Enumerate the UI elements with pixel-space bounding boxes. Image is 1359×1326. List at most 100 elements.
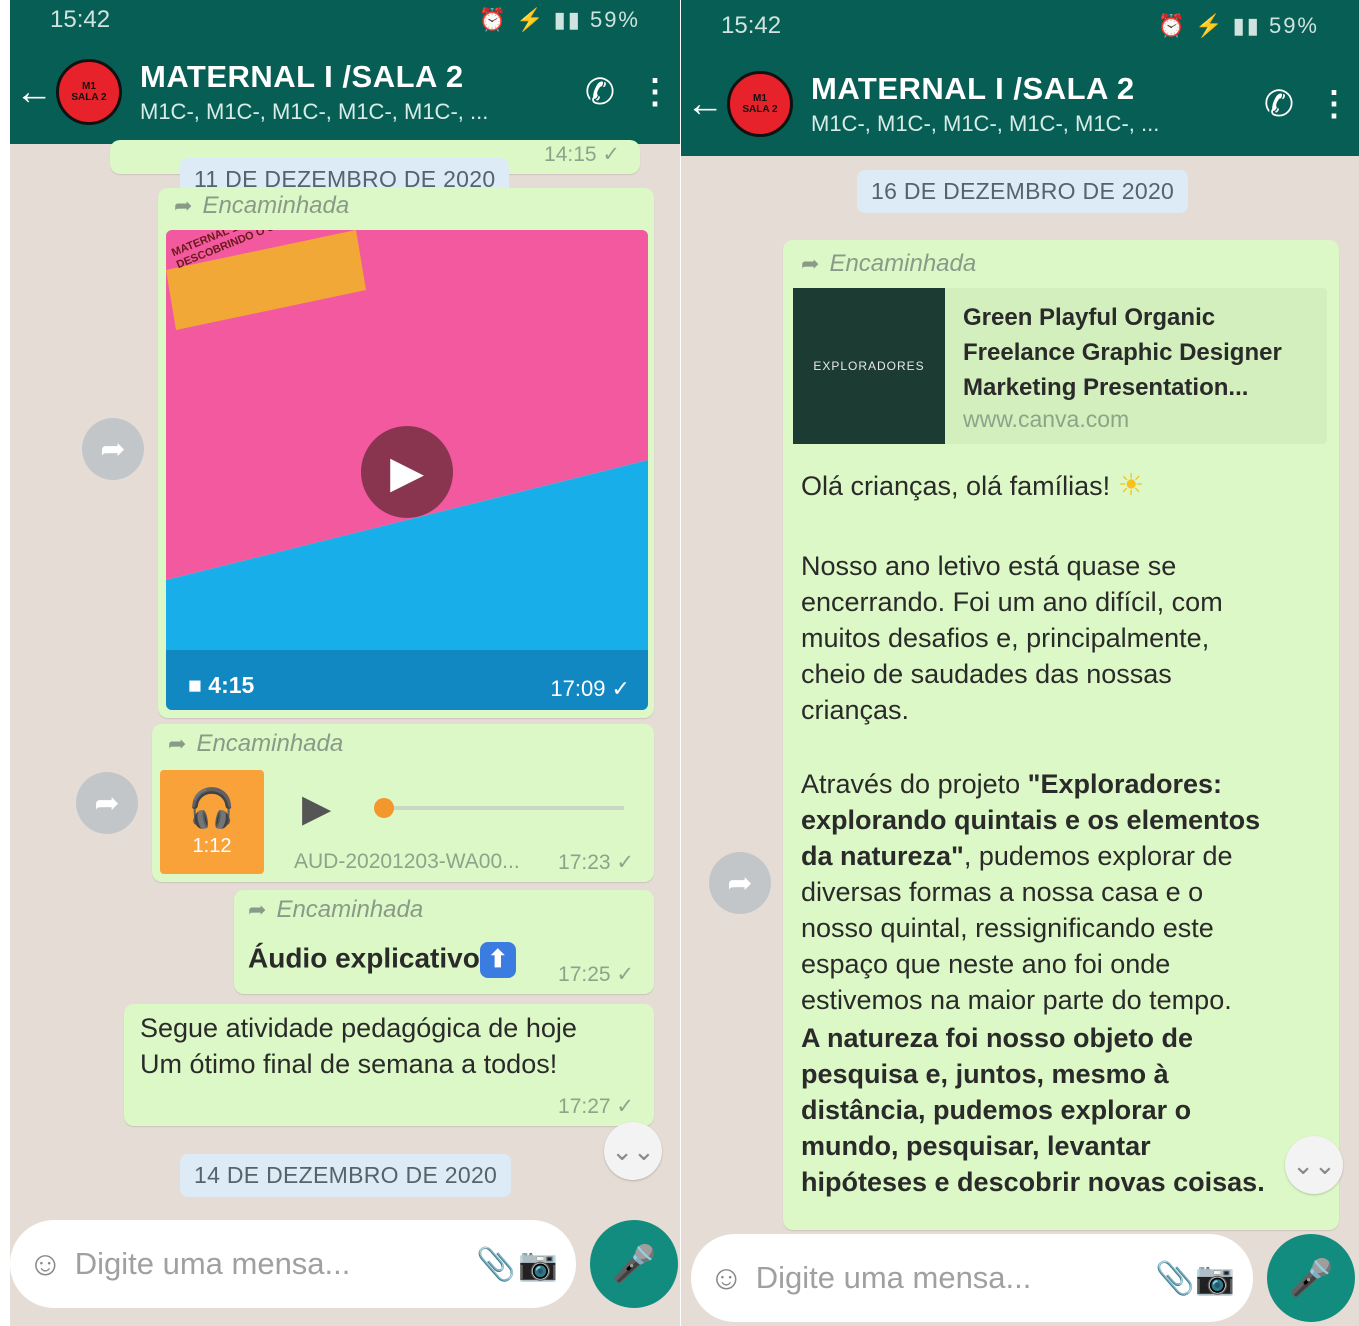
link-title-line3: Marketing Presentation...	[963, 374, 1249, 401]
message-input[interactable]	[755, 1260, 1155, 1296]
link-title-line2: Freelance Graphic Designer	[963, 339, 1282, 366]
forward-icon: ➦	[801, 251, 820, 276]
message-greeting: Olá crianças, olá famílias! ☀	[801, 468, 1145, 504]
message-paragraph-3: A natureza foi nosso objeto de pesquisa …	[801, 1020, 1265, 1200]
forwarded-text: Encaminhada	[202, 192, 350, 219]
status-time: 15:42	[721, 12, 782, 39]
share-icon[interactable]: ➦	[82, 418, 144, 480]
audio-progress-track[interactable]	[384, 806, 624, 810]
chat-info[interactable]: MATERNAL I /SALA 2 M1C-, M1C-, M1C-, M1C…	[811, 71, 1249, 137]
forward-icon: ➦	[174, 193, 193, 218]
share-icon[interactable]: ➦	[76, 772, 138, 834]
p1-line: muitos desafios e, principalmente,	[801, 623, 1210, 653]
add-call-icon[interactable]: ✆	[1249, 83, 1309, 125]
forwarded-text: Encaminhada	[196, 730, 344, 757]
chat-title: MATERNAL I /SALA 2	[811, 71, 1135, 106]
group-avatar[interactable]: M1 SALA 2	[56, 59, 122, 125]
emoji-icon[interactable]: ☺	[709, 1259, 744, 1298]
p2-bold-text: da natureza"	[801, 841, 964, 871]
status-bar: 15:42 ⏰ ⚡ ▮▮ 59%	[681, 0, 1359, 52]
more-options-icon[interactable]: ⋮	[1309, 84, 1359, 124]
emoji-icon[interactable]: ☺	[28, 1245, 63, 1284]
p3-line: distância, pudemos explorar o	[801, 1095, 1192, 1125]
forwarded-text: Encaminhada	[276, 896, 424, 923]
forwarded-label: ➦ Encaminhada	[801, 250, 976, 278]
play-video-button[interactable]: ▶	[361, 426, 453, 518]
long-message-bubble: ➦ Encaminhada EXPLORADORES Green Playful…	[783, 240, 1339, 1230]
forwarded-text: Encaminhada	[829, 250, 977, 277]
link-thumbnail: EXPLORADORES	[793, 288, 945, 444]
chat-members: M1C-, M1C-, M1C-, M1C-, M1C-, ...	[811, 111, 1160, 136]
avatar-text-line1: M1	[753, 93, 767, 104]
p1-line: encerrando. Foi um ano difícil, com	[801, 587, 1223, 617]
camera-icon[interactable]: 📷	[1195, 1259, 1235, 1297]
p3-line: mundo, pesquisar, levantar	[801, 1131, 1151, 1161]
avatar-text-line1: M1	[82, 81, 96, 92]
play-audio-icon[interactable]: ▶	[302, 786, 331, 831]
p3-line: pesquisa e, juntos, mesmo à	[801, 1059, 1169, 1089]
p2-line: explorando quintais e os elementos	[801, 805, 1261, 835]
message-time: 17:25 ✓	[558, 963, 634, 986]
video-time: 17:09 ✓	[550, 676, 630, 701]
forward-icon: ➦	[168, 731, 187, 756]
p2-line: espaço que neste ano foi onde	[801, 949, 1171, 979]
text-message-bubble: ➦ Encaminhada Áudio explicativo ⬆ 17:25 ✓	[234, 890, 654, 994]
date-separator: 16 DE DEZEMBRO DE 2020	[857, 170, 1189, 213]
forward-icon: ➦	[248, 897, 267, 922]
p2-line: da natureza", pudemos explorar de	[801, 838, 1260, 874]
status-indicators: ⏰ ⚡ ▮▮ 59%	[478, 7, 640, 32]
link-preview[interactable]: EXPLORADORES Green Playful Organic Freel…	[793, 288, 1327, 444]
group-avatar[interactable]: M1 SALA 2	[727, 71, 793, 137]
chat-title: MATERNAL I /SALA 2	[140, 59, 464, 94]
audio-thumbnail: 🎧 1:12	[160, 770, 264, 874]
p3-line: A natureza foi nosso objeto de	[801, 1023, 1194, 1053]
message-input-bar: ☺ 📎 📷	[691, 1234, 1253, 1322]
message-time: 17:23 ✓	[558, 851, 634, 874]
message-input-bar: ☺ 📎 📷	[10, 1220, 576, 1308]
mic-icon[interactable]: 🎤	[590, 1220, 678, 1308]
audio-message-bubble: ➦ Encaminhada 🎧 1:12 ▶ AUD-20201203-WA00…	[152, 724, 654, 882]
scroll-down-icon[interactable]: ⌄⌄	[604, 1122, 662, 1180]
p2-text: Através do projeto	[801, 769, 1028, 799]
link-title: Green Playful Organic Freelance Graphic …	[963, 300, 1282, 405]
p2-line: estivemos na maior parte do tempo.	[801, 985, 1232, 1015]
avatar-text-line2: SALA 2	[742, 104, 778, 115]
link-domain: www.canva.com	[963, 406, 1130, 432]
video-duration-text: 4:15	[208, 672, 255, 698]
message-time: 14:15 ✓	[544, 143, 620, 166]
sun-emoji-icon: ☀	[1117, 469, 1145, 502]
video-thumbnail[interactable]: MATERNAL 1 BLOCO VERMELHO DESCOBRINDO O …	[166, 230, 648, 710]
attach-icon[interactable]: 📎	[1155, 1259, 1195, 1297]
audio-progress-handle[interactable]	[374, 798, 394, 818]
left-phone-screen: 15:42 ⏰ ⚡ ▮▮ 59% ← M1 SALA 2 MATERNAL I …	[10, 0, 680, 1326]
up-arrow-emoji-icon: ⬆	[479, 942, 516, 978]
headphones-icon: 🎧	[188, 787, 236, 830]
chat-info[interactable]: MATERNAL I /SALA 2 M1C-, M1C-, M1C-, M1C…	[140, 59, 570, 125]
back-arrow-icon[interactable]: ←	[683, 83, 727, 126]
message-paragraph-2: Através do projeto "Exploradores: explor…	[801, 766, 1260, 1018]
share-icon[interactable]: ➦	[709, 852, 771, 914]
video-duration: ■ 4:15	[188, 672, 255, 698]
p2-line: nosso quintal, ressignificando este	[801, 913, 1214, 943]
p1-line: cheio de saudades das nossas	[801, 659, 1172, 689]
mic-icon[interactable]: 🎤	[1267, 1234, 1355, 1322]
message-paragraph-1: Nosso ano letivo está quase se encerrand…	[801, 548, 1223, 728]
more-options-icon[interactable]: ⋮	[630, 72, 680, 112]
message-input[interactable]	[74, 1246, 474, 1282]
scroll-down-icon[interactable]: ⌄⌄	[1285, 1136, 1343, 1194]
back-arrow-icon[interactable]: ←	[12, 71, 56, 114]
p2-line: Através do projeto "Exploradores:	[801, 766, 1260, 802]
add-call-icon[interactable]: ✆	[570, 71, 630, 113]
date-separator: 14 DE DEZEMBRO DE 2020	[180, 1154, 512, 1197]
status-time: 15:42	[50, 6, 111, 33]
video-message-bubble[interactable]: ➦ Encaminhada MATERNAL 1 BLOCO VERMELHO …	[158, 188, 654, 718]
p1-line: crianças.	[801, 695, 910, 725]
camera-icon[interactable]: 📷	[518, 1245, 558, 1283]
chat-members: M1C-, M1C-, M1C-, M1C-, M1C-, ...	[140, 99, 489, 124]
forwarded-label: ➦ Encaminhada	[248, 896, 423, 924]
message-line2: Um ótimo final de semana a todos!	[140, 1049, 558, 1079]
attach-icon[interactable]: 📎	[474, 1245, 518, 1283]
text-message-bubble: Segue atividade pedagógica de hoje Um ót…	[124, 1004, 654, 1126]
forwarded-label: ➦ Encaminhada	[168, 730, 343, 758]
audio-duration: 1:12	[192, 834, 232, 857]
